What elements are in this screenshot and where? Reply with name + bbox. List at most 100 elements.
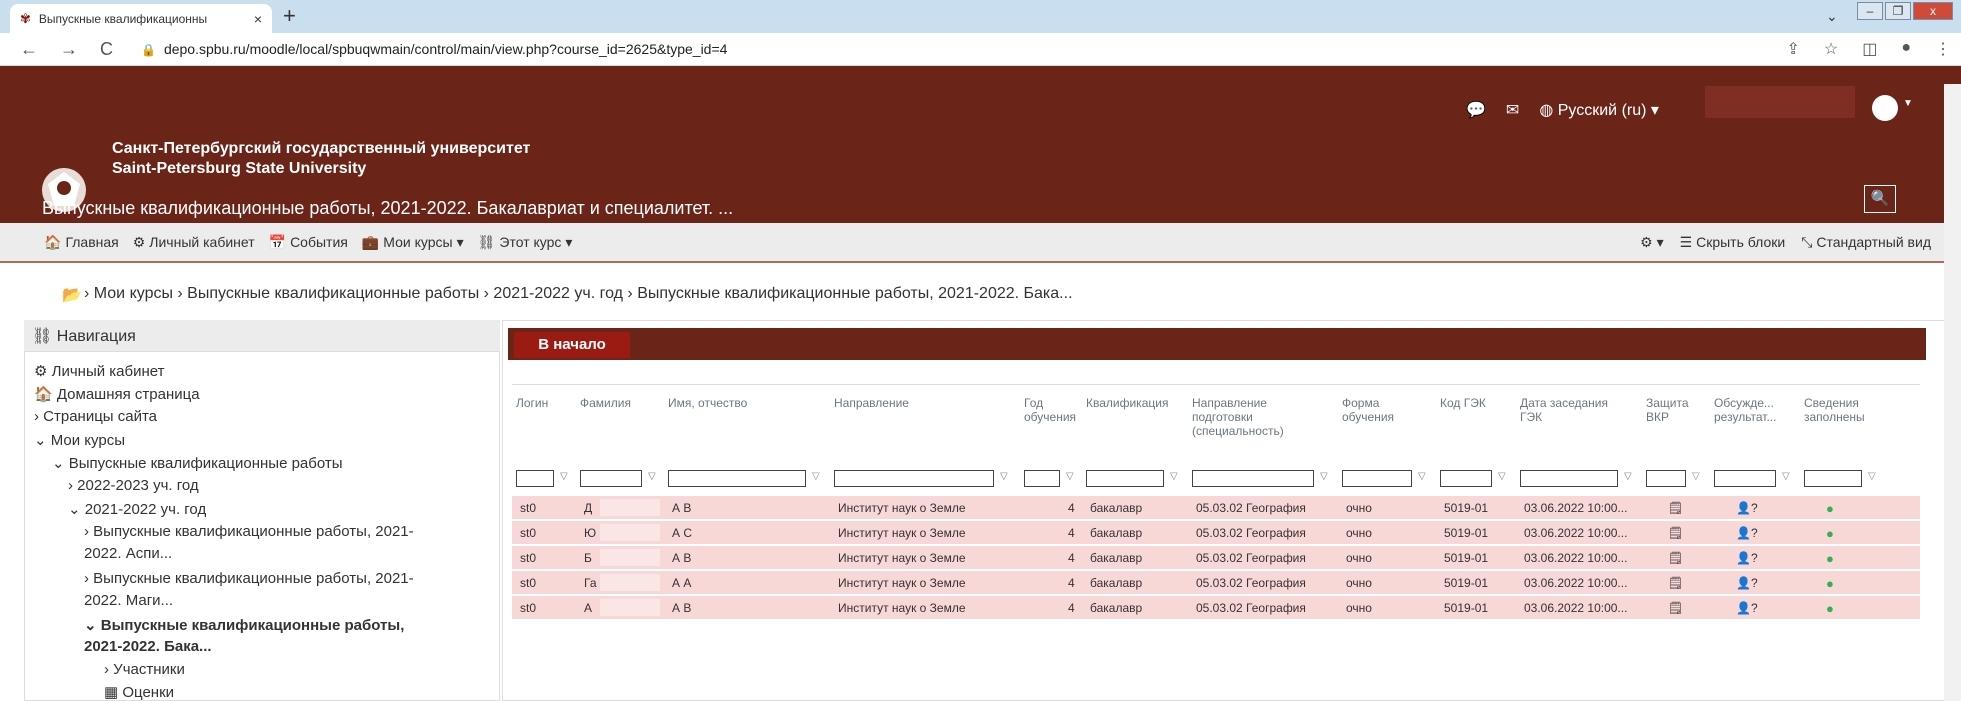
- start-button[interactable]: В начало: [514, 332, 630, 358]
- column-filter-input[interactable]: [1804, 470, 1862, 487]
- report-icon[interactable]: 🗒: [1668, 501, 1683, 515]
- report-icon[interactable]: 🗒: [1668, 526, 1683, 540]
- filter-funnel-icon[interactable]: ▽: [1066, 471, 1074, 482]
- check-circle-icon[interactable]: ●: [1826, 576, 1834, 591]
- filter-funnel-icon[interactable]: ▽: [812, 471, 820, 482]
- column-filter-input[interactable]: [580, 470, 642, 487]
- tree-item-site-pages[interactable]: › Страницы сайта: [34, 408, 157, 425]
- column-header[interactable]: Год обучения: [1024, 396, 1076, 424]
- browser-tab[interactable]: ✾ Выпускные квалификационны ×: [10, 4, 272, 33]
- close-window-icon[interactable]: x: [1913, 2, 1953, 20]
- tree-item-2022-2023[interactable]: › 2022-2023 уч. год: [68, 477, 199, 494]
- column-header[interactable]: Фамилия: [580, 396, 631, 410]
- check-circle-icon[interactable]: ●: [1826, 501, 1834, 516]
- profile-icon[interactable]: ●: [1901, 39, 1911, 59]
- column-filter-input[interactable]: [1646, 470, 1686, 487]
- url-field[interactable]: 🔒 depo.spbu.ru/moodle/local/spbuqwmain/co…: [141, 41, 727, 57]
- star-icon[interactable]: ☆: [1824, 39, 1838, 59]
- column-header[interactable]: Сведения заполнены: [1804, 396, 1865, 424]
- column-header[interactable]: Имя, отчество: [668, 396, 747, 410]
- column-header[interactable]: Код ГЭК: [1440, 396, 1486, 410]
- nav-home[interactable]: 🏠 Главная: [44, 234, 119, 251]
- filter-funnel-icon[interactable]: ▽: [1000, 471, 1008, 482]
- mail-icon[interactable]: ✉: [1506, 100, 1519, 120]
- column-filter-input[interactable]: [1192, 470, 1314, 487]
- column-header[interactable]: Направление: [834, 396, 909, 410]
- folder-open-icon[interactable]: 📂: [62, 285, 82, 305]
- column-filter-input[interactable]: [1520, 470, 1618, 487]
- tree-item-grades[interactable]: ▦ Оценки: [104, 683, 174, 701]
- filter-funnel-icon[interactable]: ▽: [1498, 471, 1506, 482]
- question-person-icon[interactable]: 👤?: [1736, 526, 1758, 540]
- filter-funnel-icon[interactable]: ▽: [1624, 471, 1632, 482]
- tree-item-participants[interactable]: › Участники: [104, 661, 185, 678]
- maximize-icon[interactable]: ❐: [1885, 2, 1911, 20]
- tree-item-2021-2022[interactable]: ⌄ 2021-2022 уч. год: [68, 500, 206, 518]
- column-header[interactable]: Логин: [516, 396, 548, 410]
- avatar[interactable]: [1872, 95, 1898, 121]
- filter-funnel-icon[interactable]: ▽: [648, 471, 656, 482]
- filter-funnel-icon[interactable]: ▽: [1692, 471, 1700, 482]
- filter-funnel-icon[interactable]: ▽: [1170, 471, 1178, 482]
- search-icon[interactable]: 🔍: [1864, 185, 1896, 213]
- column-filter-input[interactable]: [516, 470, 554, 487]
- share-icon[interactable]: ⇪: [1786, 39, 1799, 59]
- column-filter-input[interactable]: [834, 470, 994, 487]
- tab-close-icon[interactable]: ×: [254, 11, 262, 27]
- navigation-block-header[interactable]: ⛓ Навигация: [24, 320, 500, 352]
- filter-funnel-icon[interactable]: ▽: [1782, 471, 1790, 482]
- chat-icon[interactable]: 💬: [1466, 100, 1486, 120]
- user-name-redacted[interactable]: [1705, 86, 1855, 118]
- column-header[interactable]: Обсужде... результат...: [1714, 396, 1776, 424]
- minimize-icon[interactable]: –: [1857, 2, 1883, 20]
- nav-cabinet[interactable]: ⚙ Личный кабинет: [133, 234, 255, 251]
- report-icon[interactable]: 🗒: [1668, 601, 1683, 615]
- column-filter-input[interactable]: [1440, 470, 1492, 487]
- report-icon[interactable]: 🗒: [1668, 576, 1683, 590]
- tree-item-vkr[interactable]: ⌄ Выпускные квалификационные работы: [52, 454, 343, 472]
- column-filter-input[interactable]: [668, 470, 806, 487]
- back-icon[interactable]: ←: [20, 39, 38, 60]
- question-person-icon[interactable]: 👤?: [1736, 501, 1758, 515]
- column-header[interactable]: Форма обучения: [1342, 396, 1394, 424]
- filter-funnel-icon[interactable]: ▽: [1868, 471, 1876, 482]
- tree-item-cabinet[interactable]: ⚙ Личный кабинет: [34, 362, 164, 380]
- check-circle-icon[interactable]: ●: [1826, 526, 1834, 541]
- table-row[interactable]: st0 Д А В Институт наук о Земле 4 бакалавр 05.…: [512, 496, 1920, 520]
- side-panel-icon[interactable]: ◫: [1862, 39, 1877, 59]
- table-row[interactable]: st0 А А В Институт наук о Земле 4 бакалавр 05.…: [512, 596, 1920, 620]
- new-tab-button[interactable]: +: [283, 3, 296, 29]
- tree-item-magistratura[interactable]: › Выпускные квалификационные работы, 202…: [84, 570, 414, 587]
- table-row[interactable]: st0 Б А В Институт наук о Земле 4 бакалавр 05.…: [512, 546, 1920, 570]
- filter-funnel-icon[interactable]: ▽: [560, 471, 568, 482]
- tree-item-my-courses[interactable]: ⌄ Мои курсы: [34, 431, 125, 449]
- user-menu-caret-icon[interactable]: ▼: [1903, 98, 1913, 109]
- menu-icon[interactable]: ⋮: [1935, 39, 1951, 59]
- question-person-icon[interactable]: 👤?: [1736, 601, 1758, 615]
- question-person-icon[interactable]: 👤?: [1736, 576, 1758, 590]
- filter-funnel-icon[interactable]: ▽: [1320, 471, 1328, 482]
- standard-view-button[interactable]: ⤡ Стандартный вид: [1801, 234, 1931, 251]
- nav-this-course[interactable]: ⛓ Этот курс ▾: [478, 234, 573, 251]
- page-scrollbar[interactable]: [1944, 84, 1961, 701]
- settings-gear-icon[interactable]: ⚙ ▾: [1640, 234, 1663, 251]
- tree-item-home[interactable]: 🏠 Домашняя страница: [34, 385, 200, 403]
- breadcrumb[interactable]: › Мои курсы › Выпускные квалификационные…: [84, 285, 1073, 303]
- nav-events[interactable]: 📅 События: [269, 234, 348, 251]
- column-header[interactable]: Дата заседания ГЭК: [1520, 396, 1608, 424]
- question-person-icon[interactable]: 👤?: [1736, 551, 1758, 565]
- forward-icon[interactable]: →: [60, 39, 78, 60]
- column-filter-input[interactable]: [1024, 470, 1060, 487]
- filter-funnel-icon[interactable]: ▽: [1418, 471, 1426, 482]
- column-filter-input[interactable]: [1342, 470, 1412, 487]
- table-row[interactable]: st0 Га А А Институт наук о Земле 4 бакалавр 05…: [512, 571, 1920, 595]
- check-circle-icon[interactable]: ●: [1826, 551, 1834, 566]
- language-menu[interactable]: ◍ Русский (ru) ▾: [1539, 100, 1659, 120]
- column-filter-input[interactable]: [1086, 470, 1164, 487]
- tree-item-bakalavriat[interactable]: ⌄ Выпускные квалификационные работы,: [84, 616, 404, 634]
- check-circle-icon[interactable]: ●: [1826, 601, 1834, 616]
- tree-item-aspirantura[interactable]: › Выпускные квалификационные работы, 202…: [84, 523, 414, 540]
- report-icon[interactable]: 🗒: [1668, 551, 1683, 565]
- column-header[interactable]: Направление подготовки (специальность): [1192, 396, 1284, 438]
- reload-icon[interactable]: C: [100, 39, 113, 60]
